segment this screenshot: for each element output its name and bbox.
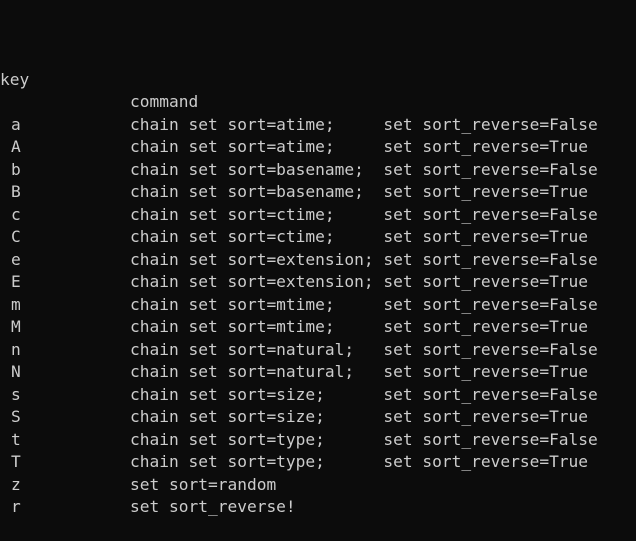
keybinding-command: chain set sort=type; set sort_reverse=Fa… xyxy=(130,429,598,449)
keybinding-row: b chain set sort=basename; set sort_rever… xyxy=(0,159,636,182)
keybinding-command: chain set sort=size; set sort_reverse=Tr… xyxy=(130,407,589,426)
keybinding-row: z set sort=random xyxy=(0,474,636,497)
keybinding-key: c xyxy=(11,204,21,224)
keybinding-key: z xyxy=(11,474,21,494)
keybinding-key: a xyxy=(11,114,21,134)
key-column-header: key xyxy=(0,69,30,89)
keybinding-command: chain set sort=mtime; set sort_reverse=F… xyxy=(130,294,598,314)
keybinding-row: s chain set sort=size; set sort_reverse=F… xyxy=(0,384,636,407)
keybinding-command: chain set sort=natural; set sort_reverse… xyxy=(130,362,589,381)
keybinding-key: B xyxy=(11,182,21,201)
keybinding-command: chain set sort=mtime; set sort_reverse=T… xyxy=(130,317,589,336)
keybinding-key: s xyxy=(11,384,21,404)
keybinding-row: Echain set sort=extension; set sort_reve… xyxy=(0,271,636,294)
keybinding-command: chain set sort=size; set sort_reverse=Fa… xyxy=(130,384,598,404)
keybinding-row: a chain set sort=atime; set sort_reverse=… xyxy=(0,114,636,137)
keybinding-row: Tchain set sort=type; set sort_reverse=T… xyxy=(0,451,636,474)
keybinding-key: S xyxy=(11,407,21,426)
keybinding-row: Cchain set sort=ctime; set sort_reverse=… xyxy=(0,226,636,249)
keybinding-row: e chain set sort=extension; set sort_reve… xyxy=(0,249,636,272)
keybinding-row: Schain set sort=size; set sort_reverse=T… xyxy=(0,406,636,429)
keybinding-command: chain set sort=atime; set sort_reverse=T… xyxy=(130,137,589,156)
keybinding-command: set sort_reverse! xyxy=(130,497,296,516)
keybinding-row: Mchain set sort=mtime; set sort_reverse=… xyxy=(0,316,636,339)
header-row: key command xyxy=(0,46,636,112)
keybinding-command: chain set sort=basename; set sort_revers… xyxy=(130,182,589,201)
keybinding-key: C xyxy=(11,227,21,246)
keybinding-command: chain set sort=ctime; set sort_reverse=F… xyxy=(130,204,598,224)
keybinding-row: c chain set sort=ctime; set sort_reverse=… xyxy=(0,204,636,227)
terminal-window: key command a chain set sort=atime; set s… xyxy=(0,0,636,516)
keybinding-row: n chain set sort=natural; set sort_revers… xyxy=(0,339,636,362)
keybinding-command: chain set sort=natural; set sort_reverse… xyxy=(130,339,598,359)
keybinding-command: chain set sort=type; set sort_reverse=Tr… xyxy=(130,452,589,471)
keybinding-row: t chain set sort=type; set sort_reverse=F… xyxy=(0,429,636,452)
keybinding-command: chain set sort=extension; set sort_rever… xyxy=(130,272,589,291)
keybinding-list: a chain set sort=atime; set sort_reverse=… xyxy=(0,114,636,519)
keybinding-key: T xyxy=(11,452,21,471)
keybinding-key: N xyxy=(11,362,21,381)
keybinding-key: b xyxy=(11,159,21,179)
keybinding-key: m xyxy=(11,294,21,314)
keybinding-key: e xyxy=(11,249,21,269)
keybinding-command: chain set sort=basename; set sort_revers… xyxy=(130,159,598,179)
keybinding-command: set sort=random xyxy=(130,474,277,494)
keybinding-key: r xyxy=(11,497,21,516)
keybinding-key: A xyxy=(11,137,21,156)
command-column-header: command xyxy=(130,92,199,111)
keybinding-key: M xyxy=(11,317,21,336)
keybinding-command: chain set sort=extension; set sort_rever… xyxy=(130,249,598,269)
keybinding-key: t xyxy=(11,429,21,449)
keybinding-row: Bchain set sort=basename; set sort_rever… xyxy=(0,181,636,204)
keybinding-key: E xyxy=(11,272,21,291)
keybinding-key: n xyxy=(11,339,21,359)
keybinding-row: Nchain set sort=natural; set sort_revers… xyxy=(0,361,636,384)
keybinding-command: chain set sort=ctime; set sort_reverse=T… xyxy=(130,227,589,246)
keybinding-row: m chain set sort=mtime; set sort_reverse=… xyxy=(0,294,636,317)
keybinding-row: Achain set sort=atime; set sort_reverse=… xyxy=(0,136,636,159)
keybinding-row: r set sort_reverse! xyxy=(0,496,636,519)
keybinding-command: chain set sort=atime; set sort_reverse=F… xyxy=(130,114,598,134)
